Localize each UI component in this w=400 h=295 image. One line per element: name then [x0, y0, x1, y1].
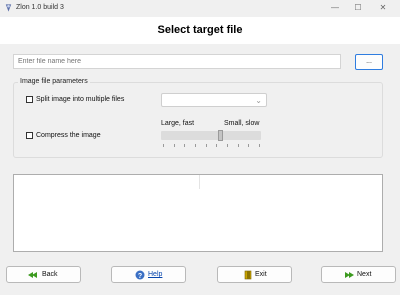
slider-tick: [227, 144, 228, 147]
slider-thumb[interactable]: [218, 130, 223, 141]
help-link[interactable]: Help: [148, 267, 162, 282]
browse-button[interactable]: ...: [355, 54, 383, 70]
slider-tick: [216, 144, 218, 147]
slider-tick: [259, 144, 260, 147]
compression-slider[interactable]: [161, 131, 261, 140]
help-icon: ?: [135, 270, 145, 280]
slider-right-label: Small, slow: [224, 120, 260, 127]
window-title: Zlon 1.0 build 3: [16, 4, 64, 11]
file-name-input[interactable]: [13, 54, 341, 69]
svg-text:?: ?: [138, 273, 142, 280]
help-button[interactable]: ? Help: [111, 266, 186, 283]
compress-checkbox[interactable]: [26, 132, 33, 139]
slider-tick: [195, 144, 196, 147]
slider-left-label: Large, fast: [161, 120, 195, 127]
app-icon: [5, 4, 12, 12]
close-button[interactable]: ✕: [376, 2, 390, 14]
exit-door-icon: [244, 270, 252, 280]
next-arrow-icon: [345, 272, 354, 278]
split-checkbox[interactable]: [26, 96, 33, 103]
page-title: Select target file: [157, 24, 243, 36]
group-legend: Image file parameters: [18, 77, 90, 87]
slider-tick: [163, 144, 164, 147]
split-checkbox-label[interactable]: Split image into multiple files: [36, 95, 124, 105]
back-arrow-icon: [28, 272, 37, 278]
split-files-select[interactable]: ⌄: [161, 93, 267, 107]
column-divider: [199, 175, 200, 189]
slider-tick: [205, 144, 207, 147]
slider-tick: [184, 144, 186, 147]
back-button[interactable]: Back: [6, 266, 81, 283]
exit-button[interactable]: Exit: [217, 266, 292, 283]
minimize-button[interactable]: —: [328, 2, 342, 14]
maximize-button[interactable]: ☐: [351, 2, 365, 14]
next-button[interactable]: Next: [321, 266, 396, 283]
next-label: Next: [357, 271, 372, 278]
compress-checkbox-label[interactable]: Compress the image: [36, 131, 101, 141]
chevron-down-icon: ⌄: [255, 96, 262, 105]
back-label: Back: [42, 271, 58, 278]
slider-tick: [237, 144, 239, 147]
output-area[interactable]: [13, 174, 383, 252]
slider-tick: [173, 144, 175, 147]
exit-label: Exit: [255, 271, 267, 278]
slider-tick: [248, 144, 250, 147]
